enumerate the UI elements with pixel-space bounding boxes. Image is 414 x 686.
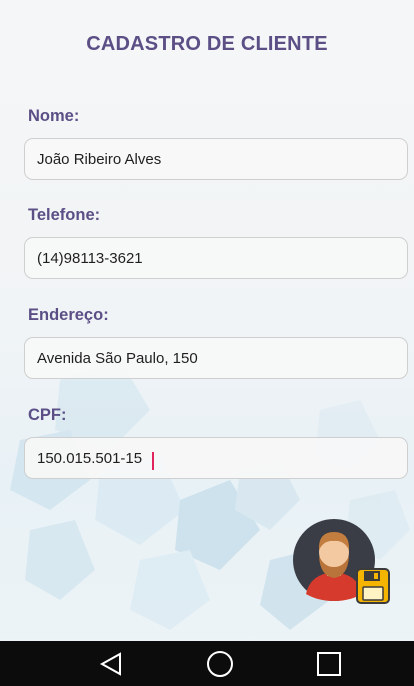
phone-input[interactable] [24,237,408,279]
recents-square-icon [317,651,341,676]
home-circle-icon [207,650,233,677]
recents-button[interactable] [299,641,359,686]
phone-label: Telefone: [28,206,101,224]
home-button[interactable] [190,641,250,686]
app-screen: CADASTRO DE CLIENTE Nome: Telefone: Ende… [0,0,414,686]
android-navigation-bar [0,641,414,686]
page-title: CADASTRO DE CLIENTE [86,33,328,55]
back-button[interactable] [81,641,141,686]
name-input[interactable] [24,138,408,180]
save-floppy-icon [356,568,390,604]
cpf-input[interactable] [24,437,408,479]
back-triangle-icon [99,651,121,676]
address-input[interactable] [24,337,408,379]
text-cursor [152,452,154,470]
name-label: Nome: [28,107,80,125]
save-client-button[interactable] [292,518,390,608]
address-label: Endereço: [28,306,109,324]
cpf-label: CPF: [28,406,67,424]
